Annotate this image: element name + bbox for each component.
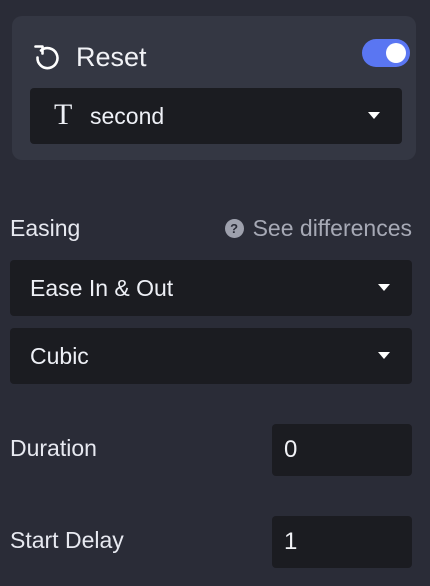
duration-label: Duration (10, 435, 97, 461)
layer-select[interactable]: T second (30, 88, 402, 144)
see-differences-label: See differences (252, 214, 412, 241)
easing-label: Easing (10, 215, 81, 241)
easing-curve-select[interactable]: Cubic (10, 328, 412, 384)
reset-toggle[interactable] (362, 39, 410, 67)
layer-select-value: second (90, 103, 165, 129)
chevron-down-icon (378, 284, 390, 291)
start-delay-label: Start Delay (10, 527, 124, 553)
reset-label[interactable]: Reset (76, 40, 147, 74)
text-layer-icon: T (54, 98, 73, 131)
easing-type-value: Ease In & Out (30, 275, 174, 301)
chevron-down-icon (378, 352, 390, 359)
layer-card: Reset T second (12, 16, 416, 160)
reset-row[interactable]: Reset (32, 36, 410, 76)
start-delay-input[interactable]: 1 (272, 516, 412, 568)
see-differences-link[interactable]: ? See differences (224, 213, 412, 243)
help-icon: ? (224, 218, 244, 238)
chevron-down-icon (368, 112, 380, 119)
reset-icon[interactable] (32, 42, 62, 72)
easing-type-select[interactable]: Ease In & Out (10, 260, 412, 316)
toggle-knob (386, 43, 406, 63)
easing-curve-value: Cubic (30, 343, 89, 369)
duration-input[interactable]: 0 (272, 424, 412, 476)
